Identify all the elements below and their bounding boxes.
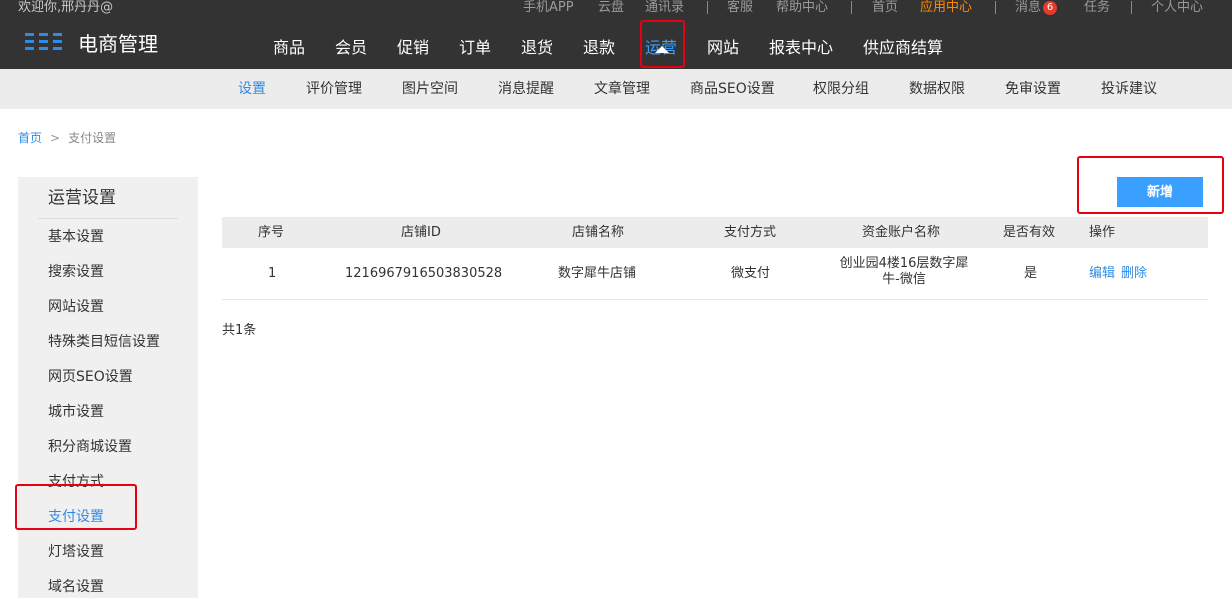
nav-members[interactable]: 会员: [335, 38, 367, 58]
nav-report-center[interactable]: 报表中心: [769, 38, 833, 58]
topbar-link-home[interactable]: 首页: [872, 0, 898, 15]
topbar-link-messages[interactable]: 消息 6: [1015, 0, 1058, 15]
delete-link[interactable]: 删除: [1121, 266, 1147, 282]
nav-goods[interactable]: 商品: [273, 38, 305, 58]
nav-refunds[interactable]: 退款: [583, 38, 615, 58]
sub-nav: 设置 评价管理 图片空间 消息提醒 文章管理 商品SEO设置 权限分组 数据权限…: [0, 69, 1232, 109]
subnav-reviews[interactable]: 评价管理: [306, 81, 362, 97]
column-header-valid: 是否有效: [1003, 225, 1056, 240]
column-header-pay-method: 支付方式: [724, 225, 777, 240]
nav-supplier-settlement[interactable]: 供应商结算: [863, 38, 943, 58]
top-bar: 欢迎你,邢丹丹@ 手机APP 云盘 通讯录 客服 帮助中心 首页 应用中心 消息…: [0, 0, 1232, 16]
subnav-review-exemption[interactable]: 免审设置: [1005, 81, 1061, 97]
nav-returns[interactable]: 退货: [521, 38, 553, 58]
topbar-divider: [995, 1, 996, 14]
topbar-link-help-center[interactable]: 帮助中心: [776, 0, 828, 15]
topbar-link-tasks[interactable]: 任务: [1084, 0, 1110, 15]
topbar-link-mobile-app[interactable]: 手机APP: [523, 0, 574, 15]
topbar-divider: [851, 1, 852, 14]
nav-promotion[interactable]: 促销: [397, 38, 429, 58]
nav-orders[interactable]: 订单: [459, 38, 491, 58]
subnav-data-permissions[interactable]: 数据权限: [909, 81, 965, 97]
topbar-divider: [1131, 1, 1132, 14]
topbar-link-customer-service[interactable]: 客服: [727, 0, 753, 15]
sidebar-title: 运营设置: [48, 188, 116, 208]
cell-account-name: 创业园4楼16层数字犀牛-微信: [839, 256, 969, 287]
sidebar: 运营设置 基本设置 搜索设置 网站设置 特殊类目短信设置 网页SEO设置 城市设…: [18, 177, 198, 598]
topbar-link-personal-center[interactable]: 个人中心: [1151, 0, 1203, 15]
app-logo-icon[interactable]: [25, 33, 63, 53]
welcome-text: 欢迎你,邢丹丹@: [18, 0, 114, 15]
sidebar-item-website-settings[interactable]: 网站设置: [48, 299, 104, 315]
subnav-permission-groups[interactable]: 权限分组: [813, 81, 869, 97]
sidebar-item-search-settings[interactable]: 搜索设置: [48, 264, 104, 280]
table-header: 序号 店铺ID 店铺名称 支付方式 资金账户名称 是否有效 操作: [222, 217, 1208, 248]
column-header-account-name: 资金账户名称: [862, 225, 941, 240]
subnav-product-seo[interactable]: 商品SEO设置: [690, 81, 775, 97]
sidebar-item-domain-settings[interactable]: 域名设置: [48, 579, 104, 595]
sidebar-item-lighthouse-settings[interactable]: 灯塔设置: [48, 544, 104, 560]
breadcrumb: 首页 > 支付设置: [18, 131, 116, 145]
column-header-shop-id: 店铺ID: [401, 225, 441, 240]
sidebar-item-city-settings[interactable]: 城市设置: [48, 404, 104, 420]
table-row: 1 1216967916503830528 数字犀牛店铺 微支付 创业园4楼16…: [222, 248, 1208, 300]
column-header-actions: 操作: [1089, 225, 1116, 240]
subnav-message-reminder[interactable]: 消息提醒: [498, 81, 554, 97]
topbar-link-cloud-disk[interactable]: 云盘: [598, 0, 624, 15]
topbar-link-contacts[interactable]: 通讯录: [645, 0, 684, 15]
subnav-image-space[interactable]: 图片空间: [402, 81, 458, 97]
topbar-divider: [707, 1, 708, 14]
sidebar-item-basic-settings[interactable]: 基本设置: [48, 229, 104, 245]
cell-pay-method: 微支付: [731, 266, 771, 281]
column-header-index: 序号: [258, 225, 285, 240]
annotation-box-payment-settings: [15, 484, 137, 530]
subnav-settings[interactable]: 设置: [238, 81, 266, 97]
breadcrumb-separator: >: [50, 131, 61, 145]
cell-valid: 是: [1024, 266, 1038, 281]
breadcrumb-current: 支付设置: [68, 131, 117, 145]
sidebar-item-web-seo-settings[interactable]: 网页SEO设置: [48, 369, 133, 385]
app-title: 电商管理: [78, 32, 158, 56]
column-header-shop-name: 店铺名称: [572, 225, 625, 240]
cell-shop-name: 数字犀牛店铺: [558, 266, 637, 281]
main-nav: 电商管理 商品 会员 促销 订单 退货 退款 运营 网站 报表中心 供应商结算: [0, 16, 1232, 69]
breadcrumb-home-link[interactable]: 首页: [18, 131, 42, 145]
message-count-badge: 6: [1043, 1, 1058, 15]
messages-label: 消息: [1015, 0, 1042, 15]
topbar-link-app-center[interactable]: 应用中心: [920, 0, 972, 15]
annotation-box-add-button: [1077, 156, 1224, 214]
sidebar-item-special-sms-settings[interactable]: 特殊类目短信设置: [48, 334, 160, 350]
cell-shop-id: 1216967916503830528: [345, 266, 503, 281]
nav-website[interactable]: 网站: [707, 38, 739, 58]
sidebar-item-points-mall-settings[interactable]: 积分商城设置: [48, 439, 132, 455]
subnav-complaints[interactable]: 投诉建议: [1101, 81, 1157, 97]
sidebar-divider: [38, 218, 178, 219]
cell-index: 1: [268, 266, 277, 281]
total-count: 共1条: [222, 323, 257, 338]
subnav-articles[interactable]: 文章管理: [594, 81, 650, 97]
edit-link[interactable]: 编辑: [1089, 266, 1115, 282]
annotation-box-nav-operations: [640, 20, 685, 68]
